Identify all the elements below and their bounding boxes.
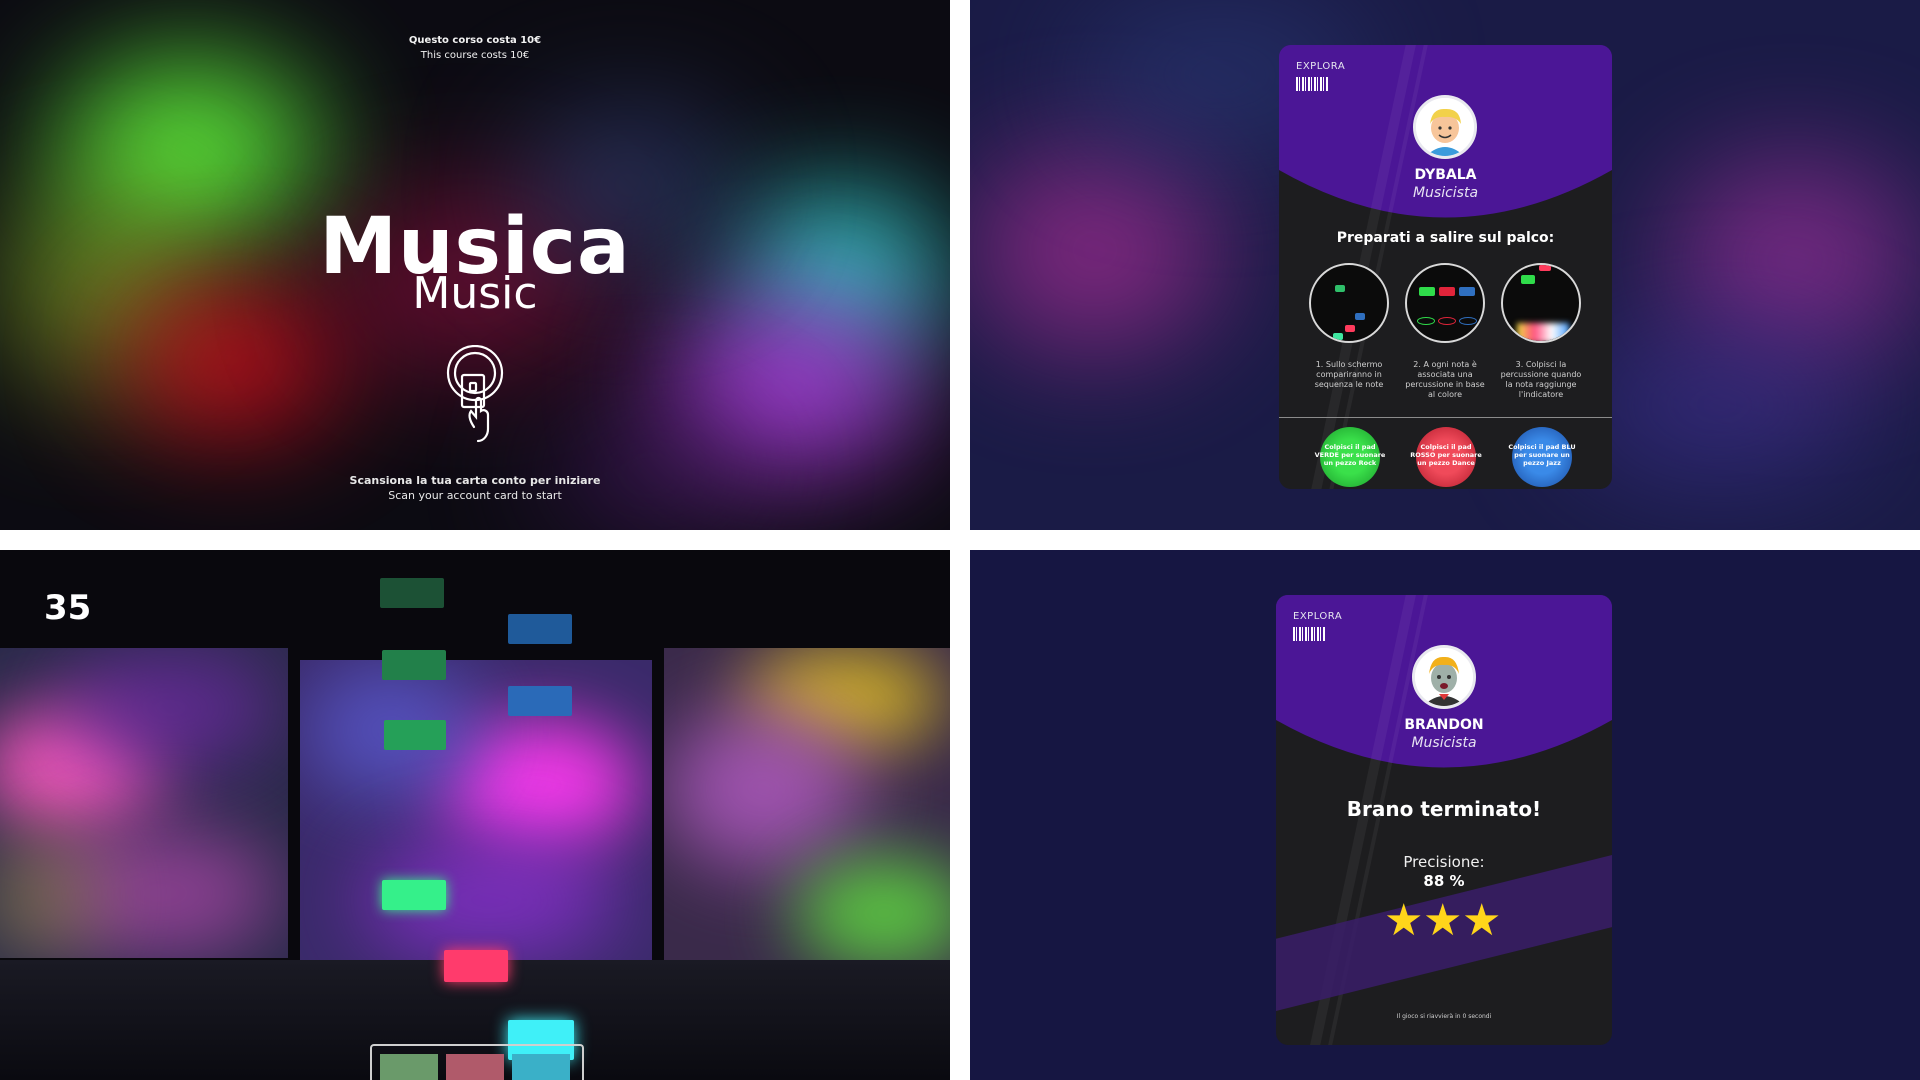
scan-instruction-en: Scan your account card to start bbox=[388, 489, 562, 502]
hit-indicator bbox=[370, 1044, 584, 1080]
left-screen bbox=[0, 648, 288, 958]
star-icon: ★ bbox=[1384, 895, 1424, 946]
note-green bbox=[384, 720, 446, 750]
instructions-card: EXPLORA DYBALA Musicista Preparati a sal… bbox=[1279, 45, 1612, 489]
step-3-text: 3. Colpisci la percussione quando la not… bbox=[1500, 360, 1582, 399]
result-screen: EXPLORA BRANDON Musicista Brano terminat… bbox=[970, 550, 1920, 1080]
player-role: Musicista bbox=[1411, 735, 1477, 751]
price-label-en: This course costs 10€ bbox=[420, 50, 530, 61]
step-2-illustration bbox=[1405, 263, 1485, 343]
step-1-text: 1. Sullo schermo compariranno in sequenz… bbox=[1314, 360, 1384, 389]
instructions-heading: Preparati a salire sul palco: bbox=[1336, 230, 1555, 246]
note-red bbox=[444, 950, 508, 982]
pad-green-text: Colpisci il pad VERDE per suonare un pez… bbox=[1314, 443, 1386, 467]
pad-red-text: Colpisci il pad ROSSO per suonare un pez… bbox=[1410, 443, 1482, 467]
brand-logo: EXPLORA bbox=[1296, 61, 1346, 72]
note-blue bbox=[508, 686, 572, 716]
score-counter: 35 bbox=[44, 588, 92, 628]
instructions-screen: EXPLORA DYBALA Musicista Preparati a sal… bbox=[970, 0, 1920, 530]
precision-value: 88 % bbox=[1423, 872, 1465, 890]
player-name: DYBALA bbox=[1414, 167, 1477, 183]
avatar bbox=[1413, 95, 1477, 159]
title-music: Music bbox=[412, 268, 538, 319]
barcode-icon bbox=[1296, 77, 1328, 91]
step-2-text: 2. A ogni nota è associata una percussio… bbox=[1405, 360, 1485, 399]
note-blue bbox=[508, 614, 572, 644]
tap-card-icon bbox=[440, 344, 510, 445]
restart-countdown: Il gioco si riavvierà in 0 secondi bbox=[1396, 1013, 1492, 1020]
star-icon: ★ bbox=[1423, 895, 1463, 946]
start-screen: Questo corso costa 10€ This course costs… bbox=[0, 0, 950, 530]
note-green bbox=[382, 880, 446, 910]
player-name: BRANDON bbox=[1404, 717, 1484, 733]
step-1-illustration bbox=[1309, 263, 1389, 343]
brand-logo: EXPLORA bbox=[1293, 611, 1343, 622]
step-3-illustration bbox=[1501, 263, 1581, 343]
song-finished-title: Brano terminato! bbox=[1346, 797, 1542, 821]
star-icon: ★ bbox=[1462, 895, 1502, 946]
right-screen bbox=[664, 648, 950, 960]
price-label-it: Questo corso costa 10€ bbox=[408, 35, 542, 46]
precision-label: Precisione: bbox=[1403, 853, 1485, 871]
divider bbox=[1279, 417, 1612, 418]
player-role: Musicista bbox=[1412, 185, 1479, 201]
gameplay-screen: 35 bbox=[0, 550, 950, 1080]
note-green bbox=[380, 578, 444, 608]
pad-blue-text: Colpisci il pad BLU per suonare un pezzo… bbox=[1508, 443, 1576, 467]
barcode-icon bbox=[1293, 627, 1325, 641]
center-screen bbox=[300, 660, 652, 960]
scan-instruction-it: Scansiona la tua carta conto per iniziar… bbox=[349, 474, 601, 487]
note-green bbox=[382, 650, 446, 680]
result-card: EXPLORA BRANDON Musicista Brano terminat… bbox=[1276, 595, 1612, 1045]
avatar bbox=[1412, 645, 1476, 709]
